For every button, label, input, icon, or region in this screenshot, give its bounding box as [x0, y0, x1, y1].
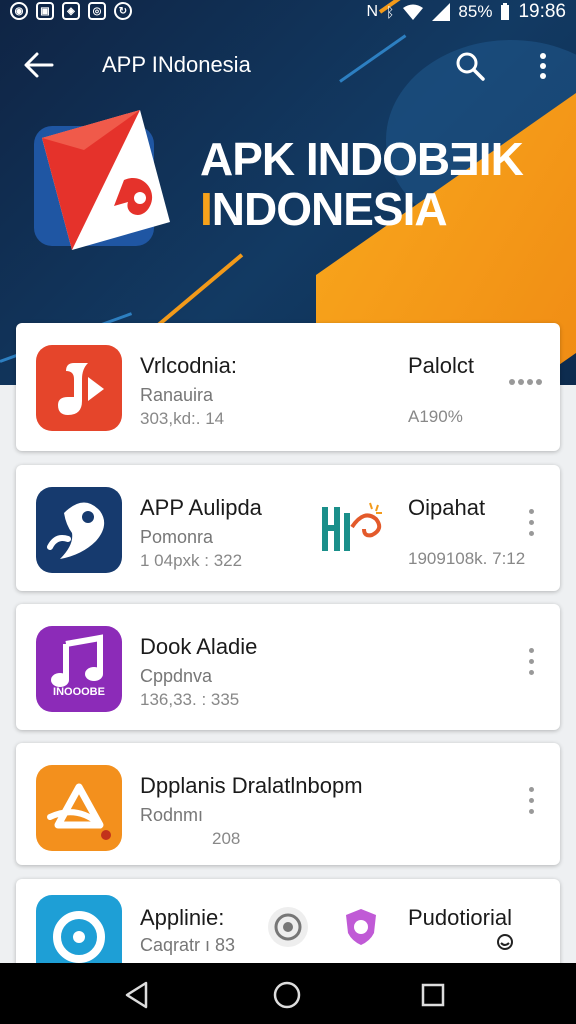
app-name: Dook Aladie: [140, 634, 258, 659]
app-meta: 136,33. : 335: [140, 690, 240, 709]
hero-title-accent: I: [200, 183, 213, 235]
camera-icon: [268, 907, 308, 947]
system-navigation-bar: [0, 963, 576, 1024]
shield-icon: [346, 909, 376, 945]
app-name: Applinie:: [140, 905, 225, 930]
back-nav-icon[interactable]: [122, 980, 152, 1010]
app-name: APP Aulipda: [140, 495, 262, 520]
more-options-icon[interactable]: [526, 509, 536, 545]
app-card[interactable]: Dpplanis Dralatlnbopm Rodnmı 208: [16, 743, 560, 865]
brand-logo: [34, 110, 170, 250]
more-options-icon[interactable]: [526, 787, 536, 823]
app-secondary-meta: 1909108k. 7:12: [408, 549, 526, 568]
hero-title-rest: NDONESIA: [211, 183, 448, 235]
app-toolbar: APP INdonesia: [0, 40, 576, 90]
back-arrow-icon[interactable]: [22, 50, 56, 80]
home-nav-icon[interactable]: [272, 980, 302, 1010]
hero-title-line2: INDONESIA: [200, 184, 523, 234]
status-bar: ◉ ▣ ◈ ◎ ↻ N ᛒ 85% 19:86: [0, 0, 576, 24]
more-options-icon[interactable]: [526, 648, 536, 684]
app-card[interactable]: APP Aulipda Pomonra 1 04pxk : 322 Oipaha…: [16, 465, 560, 591]
bluetooth-icon: ᛒ: [386, 4, 395, 20]
toolbar-title: APP INdonesia: [102, 52, 251, 77]
hero-title: APK INDOBƎIK INDONESIA: [200, 133, 524, 234]
app-icon: [36, 626, 122, 712]
app-secondary-label: Oipahat: [408, 495, 486, 520]
app-secondary-label: Pudotiorial: [408, 905, 512, 930]
app-name: Vrlcodnia:: [140, 353, 238, 378]
recents-nav-icon[interactable]: [418, 980, 448, 1010]
smiley-icon: [497, 934, 513, 950]
app-meta: 303,kd:. 14: [140, 409, 225, 428]
app-secondary-meta: A190%: [408, 407, 463, 426]
app-developer: Rodnmı: [140, 805, 204, 825]
app-card[interactable]: INOOOBE Dook Aladie Cppdnva 136,33. : 33…: [16, 604, 560, 730]
search-icon[interactable]: [454, 50, 486, 82]
app-icon: [36, 487, 122, 573]
app-feature-graphic: [322, 502, 382, 551]
app-card[interactable]: Vrlcodnia: Ranauira 303,kd:. 14 Palolct …: [16, 323, 560, 451]
nfc-icon: N: [366, 3, 379, 20]
app-icon-label: INOOOBE: [53, 686, 105, 698]
app-developer: Caqratr ı 83: [140, 935, 236, 955]
app-developer: Pomonra: [140, 527, 214, 547]
battery-icon: [501, 3, 510, 20]
app-icon: [36, 345, 122, 431]
app-meta: 208: [212, 829, 241, 848]
app-icon: [36, 765, 122, 851]
notification-icon: ↻: [114, 2, 132, 20]
app-developer: Ranauira: [140, 385, 214, 405]
notification-icon: ▣: [36, 2, 54, 20]
app-developer: Cppdnva: [140, 666, 213, 686]
more-options-icon[interactable]: [532, 50, 554, 82]
battery-percent: 85%: [458, 2, 493, 21]
more-dots-icon[interactable]: [508, 377, 544, 387]
signal-icon: [432, 3, 451, 21]
wifi-icon: [403, 4, 424, 20]
app-name: Dpplanis Dralatlnbopm: [140, 773, 363, 798]
clock: 19:86: [518, 1, 566, 22]
app-meta: 1 04pxk : 322: [140, 551, 243, 570]
hero-title-line1: APK INDOBƎIK: [200, 133, 524, 185]
app-secondary-label: Palolct: [408, 353, 475, 378]
notification-icon: ◎: [88, 2, 106, 20]
hero-stripe: [148, 253, 244, 334]
notification-icon: ◈: [62, 2, 80, 20]
notification-icon: ◉: [10, 2, 28, 20]
